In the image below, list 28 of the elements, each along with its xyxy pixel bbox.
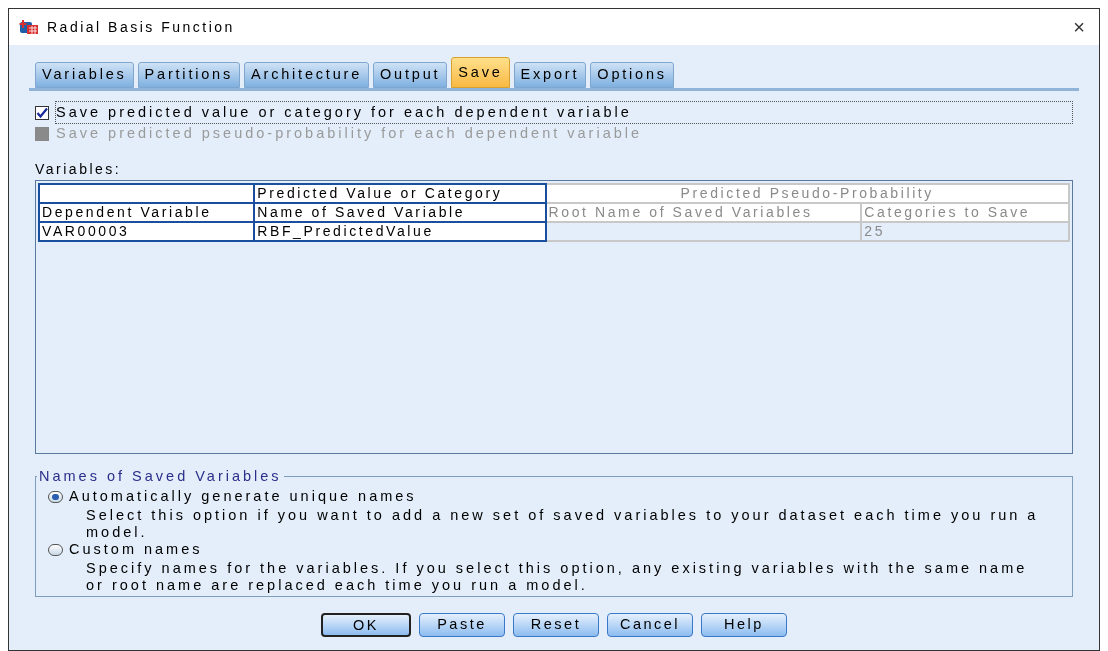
dialog-button[interactable]: Paste xyxy=(419,612,505,637)
variables-label: Variables: xyxy=(35,160,122,179)
checkbox-label: Save predicted pseudo-probability for each dependent variable xyxy=(55,123,644,143)
tab[interactable]: Partitions xyxy=(137,62,241,88)
radio-label: Automatically generate unique names xyxy=(69,487,417,507)
tab[interactable]: Export xyxy=(513,62,587,88)
dialog-button[interactable]: Cancel xyxy=(607,612,693,637)
app-icon xyxy=(19,19,39,35)
tab[interactable]: Architecture xyxy=(244,62,369,88)
dialog-button[interactable]: OK xyxy=(321,612,411,637)
tab[interactable]: Variables xyxy=(35,62,134,88)
option-description: Specify names for the variables. If you select this option, any existing variables with the same name or root name are replaced each time you run a model. xyxy=(86,559,1029,594)
column-group-header: Predicted Pseudo-Probability xyxy=(545,184,1069,203)
checkbox-label: Save predicted value or category for each dependent variable xyxy=(55,100,1073,125)
tab[interactable]: Save xyxy=(451,57,510,88)
radio-button[interactable] xyxy=(48,491,63,504)
dialog-button[interactable]: Help xyxy=(701,612,787,637)
dialog-button[interactable]: Reset xyxy=(513,612,599,637)
tab[interactable]: Options xyxy=(590,62,674,88)
checkbox[interactable] xyxy=(35,105,49,120)
group-title: Names of Saved Variables xyxy=(38,467,283,486)
close-button[interactable]: × xyxy=(1069,17,1089,37)
window-title: Radial Basis Function xyxy=(47,17,235,37)
radio-label: Custom names xyxy=(69,540,203,560)
tab[interactable]: Output xyxy=(373,62,448,88)
option-description: Select this option if you want to add a new set of saved variables to your dataset each time you run a model. xyxy=(86,506,1040,541)
column-group-header: Predicted Value or Category xyxy=(254,184,546,203)
radio-button[interactable] xyxy=(48,544,63,557)
